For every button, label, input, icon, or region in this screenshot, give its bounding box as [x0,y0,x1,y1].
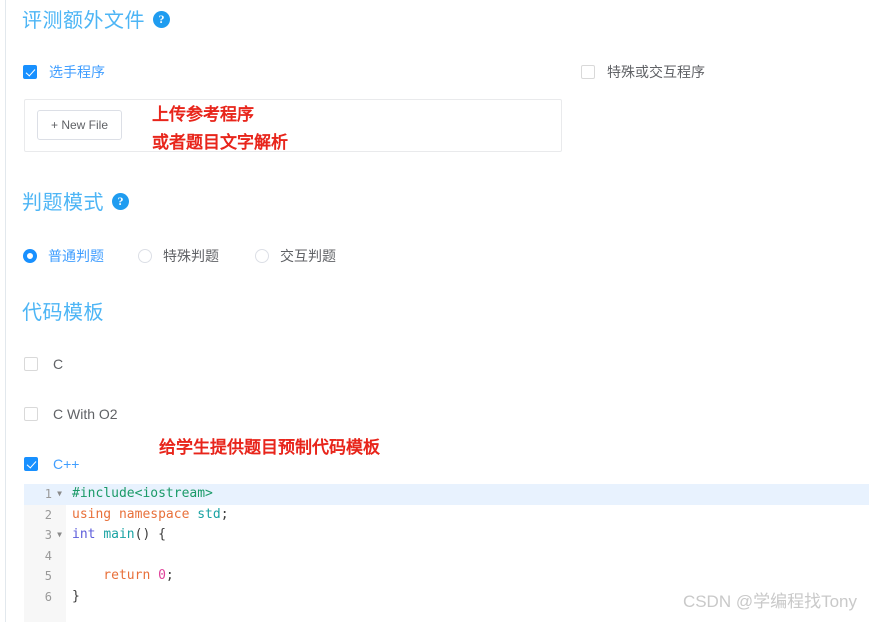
annotation-upload-reference-line1: 上传参考程序 [152,105,254,125]
code-line-text: int main() { [72,525,166,546]
judge-mode-title: 判题模式 [22,192,104,214]
checkbox-language-c-with-o2[interactable]: C With O2 [24,406,118,422]
checkbox-special-or-interactive-program-box[interactable] [581,65,595,79]
checkbox-language-cpp-label: C++ [53,456,80,472]
code-line[interactable]: 1 ▼ #include<iostream> [24,484,869,505]
radio-special-judge-dot[interactable] [138,249,152,263]
radio-interactive-judge-dot[interactable] [255,249,269,263]
code-token: main [103,527,135,542]
code-token: ; [165,568,174,583]
question-mark-icon[interactable]: ? [153,11,170,28]
extra-files-heading: 评测额外文件 ? [22,4,170,33]
checkbox-language-c-with-o2-label: C With O2 [53,406,118,422]
checkbox-contestant-program-label: 选手程序 [49,64,105,80]
extra-files-title: 评测额外文件 [22,10,145,32]
radio-special-judge-label: 特殊判题 [163,248,219,264]
radio-interactive-judge-label: 交互判题 [280,248,336,264]
code-token: std [197,506,221,522]
watermark: CSDN @学编程找Tony [682,592,857,611]
code-token: int [72,527,104,542]
code-token: ; [220,506,229,522]
code-line-text: #include<iostream> [72,484,213,505]
checkbox-language-c-with-o2-box[interactable] [24,407,38,421]
code-template-title: 代码模板 [22,302,104,324]
left-divider [5,0,6,622]
radio-interactive-judge[interactable]: 交互判题 [255,246,336,266]
code-line-text: return 0; [72,566,174,587]
checkbox-language-cpp[interactable]: C++ [24,456,79,472]
radio-special-judge[interactable]: 特殊判题 [138,246,219,266]
code-token: return [72,568,159,583]
code-token: () { [134,527,166,542]
code-token: } [72,588,80,604]
checkbox-special-or-interactive-program[interactable]: 特殊或交互程序 [581,62,705,82]
annotation-upload-reference-line2: 或者题目文字解析 [152,133,288,153]
code-line-number: 3 [44,528,52,542]
code-token: #include<iostream> [72,486,213,501]
code-line[interactable]: 3 ▼ int main() { [24,525,869,546]
code-line-number: 5 [44,569,52,583]
code-fold-arrow-icon[interactable]: ▼ [55,484,64,505]
code-line[interactable]: 5 return 0; [24,566,869,587]
code-token: 0 [158,568,166,583]
checkbox-language-c[interactable]: C [24,356,63,372]
checkbox-contestant-program-box[interactable] [23,65,37,79]
judge-mode-radio-group[interactable]: 普通判题 特殊判题 交互判题 [23,246,336,266]
checkbox-contestant-program[interactable]: 选手程序 [23,62,105,82]
code-line-number: 6 [44,589,52,604]
code-line[interactable]: 4 [24,546,869,567]
checkbox-special-or-interactive-program-label: 特殊或交互程序 [607,64,705,80]
code-template-heading: 代码模板 [22,296,104,325]
annotation-code-template: 给学生提供题目预制代码模板 [159,438,380,458]
judge-mode-heading: 判题模式 ? [22,186,129,215]
checkbox-language-cpp-box[interactable] [24,457,38,471]
checkbox-language-c-box[interactable] [24,357,38,371]
code-fold-arrow-icon[interactable]: ▼ [55,525,64,546]
code-token: using namespace [72,506,198,522]
code-line-text: using namespace std; [72,505,229,526]
code-line-text: } [72,587,80,608]
radio-normal-judge[interactable]: 普通判题 [23,246,104,266]
question-mark-icon[interactable]: ? [112,193,129,210]
radio-normal-judge-dot[interactable] [23,249,37,263]
checkbox-language-c-label: C [53,356,64,372]
code-line-number: 2 [44,507,52,522]
problem-settings-page: 评测额外文件 ? 选手程序 特殊或交互程序 + New File 上传参考程序 … [0,0,869,622]
radio-normal-judge-label: 普通判题 [48,248,104,264]
new-file-button[interactable]: + New File [37,110,122,140]
code-line-number: 4 [44,548,52,563]
code-line[interactable]: 2 using namespace std; [24,505,869,526]
code-line-number: 1 [44,487,52,501]
